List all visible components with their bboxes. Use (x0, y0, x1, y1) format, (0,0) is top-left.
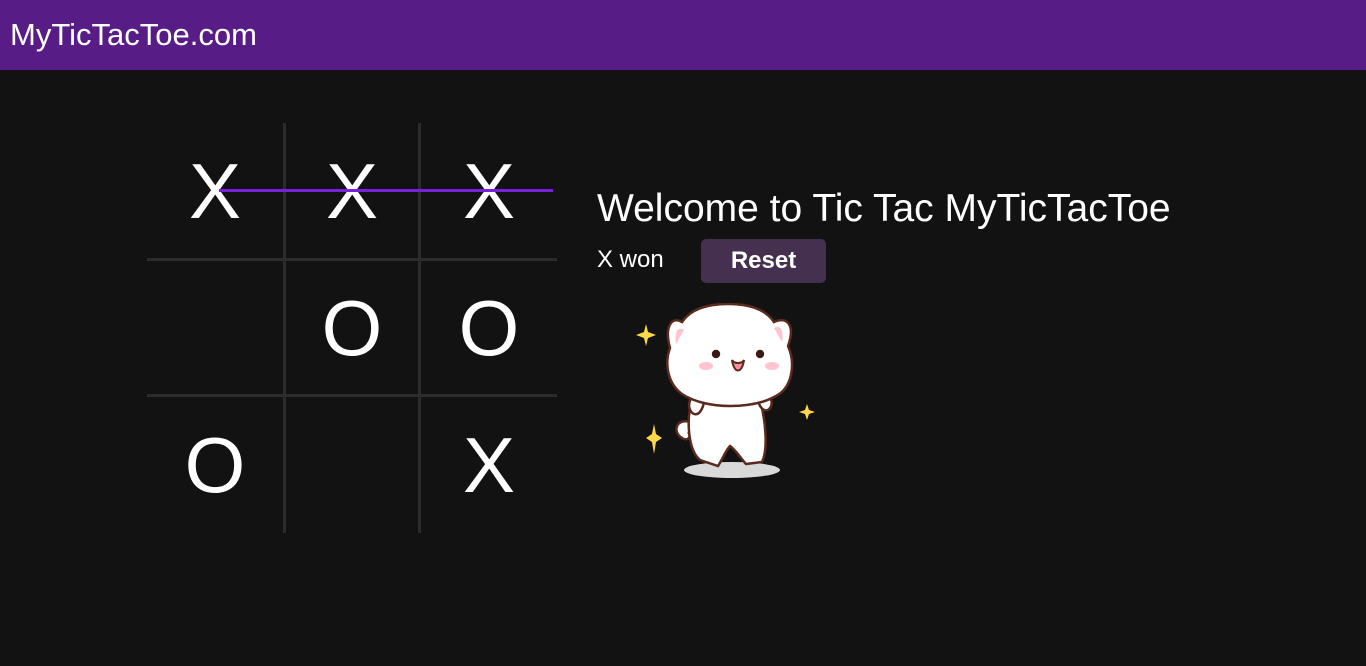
tic-tac-toe-board: X X X O O O X (147, 123, 557, 533)
board-cell-9[interactable]: X (421, 397, 557, 533)
welcome-heading: Welcome to Tic Tac MyTicTacToe (597, 187, 1171, 230)
site-title-link[interactable]: MyTicTacToe.com (10, 17, 257, 53)
board-cell-8[interactable] (284, 397, 420, 533)
board-cell-5[interactable]: O (284, 260, 420, 396)
game-status-text: X won (597, 246, 664, 273)
reset-button[interactable]: Reset (701, 239, 826, 283)
top-bar: MyTicTacToe.com (0, 0, 1366, 70)
winning-line (219, 189, 553, 192)
dancing-cat-sticker-icon (630, 300, 820, 485)
board-cell-7[interactable]: O (147, 397, 283, 533)
board-cell-4[interactable] (147, 260, 283, 396)
board-cell-6[interactable]: O (421, 260, 557, 396)
